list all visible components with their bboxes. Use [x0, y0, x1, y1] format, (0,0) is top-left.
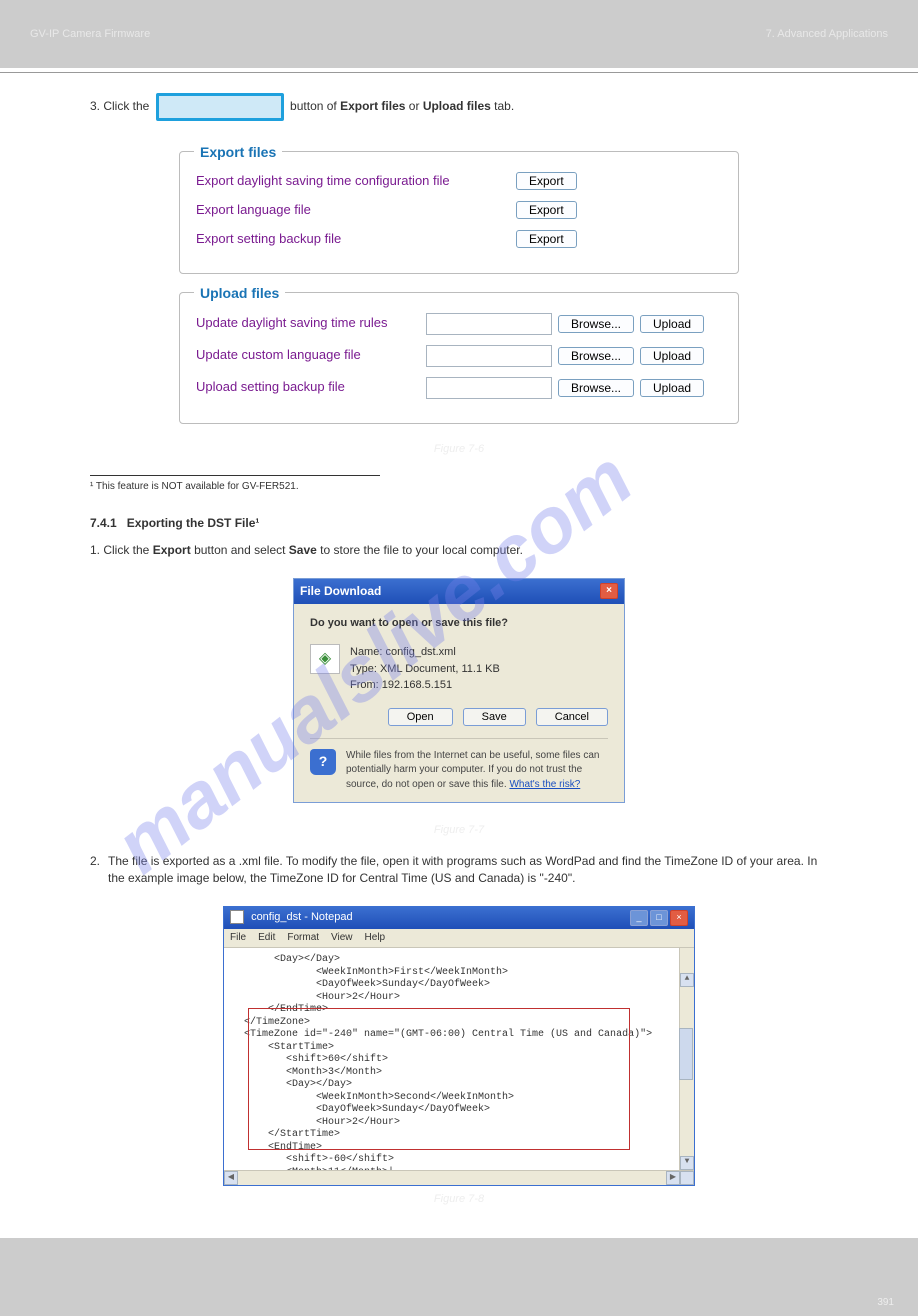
step-2: 2. The file is exported as a .xml file. … — [90, 853, 828, 888]
upload-files-panel: Upload files Update daylight saving time… — [179, 292, 739, 424]
upload-row-lang: Update custom language file Browse... Up… — [196, 345, 722, 367]
file-download-dialog: File Download × Do you want to open or s… — [293, 578, 625, 803]
scroll-down-icon[interactable]: ▼ — [680, 1156, 694, 1170]
page-number: 391 — [877, 1297, 894, 1308]
figure-7-8-label: Figure 7-8 — [90, 1192, 828, 1208]
scroll-corner — [680, 1171, 694, 1185]
scroll-left-icon[interactable]: ◀ — [224, 1171, 238, 1185]
header-left: GV-IP Camera Firmware — [30, 28, 150, 40]
export-legend: Export files — [194, 142, 282, 162]
step-3: 3. Click the button of Export files or U… — [90, 93, 828, 121]
menu-help[interactable]: Help — [365, 931, 386, 946]
scroll-thumb[interactable] — [679, 1028, 693, 1080]
section-7-4-1-heading: 7.4.1 Exporting the DST File¹ — [90, 515, 828, 532]
upload-row-backup: Upload setting backup file Browse... Upl… — [196, 377, 722, 399]
top-banner: GV-IP Camera Firmware 7. Advanced Applic… — [0, 0, 918, 68]
maximize-icon[interactable]: □ — [650, 910, 668, 926]
tools-button-placeholder — [156, 93, 284, 121]
notepad-window: config_dst - Notepad _ □ × File Edit For… — [223, 906, 695, 1187]
horizontal-scrollbar[interactable]: ◀ ▶ — [224, 1170, 694, 1185]
footnote-1: ¹ This feature is NOT available for GV-F… — [90, 480, 828, 495]
notepad-title: config_dst - Notepad — [251, 911, 353, 923]
menu-view[interactable]: View — [331, 931, 353, 946]
dialog-open-button[interactable]: Open — [388, 708, 453, 726]
upload-dst-button[interactable]: Upload — [640, 315, 704, 333]
shield-icon: ? — [310, 749, 336, 775]
upload-backup-path[interactable] — [426, 377, 552, 399]
browse-lang-button[interactable]: Browse... — [558, 347, 634, 365]
upload-row-dst: Update daylight saving time rules Browse… — [196, 313, 722, 335]
export-row-dst: Export daylight saving time configuratio… — [196, 172, 722, 191]
notepad-icon — [230, 910, 244, 924]
export-row-lang: Export language file Export — [196, 201, 722, 220]
upload-dst-path[interactable] — [426, 313, 552, 335]
close-icon[interactable]: × — [670, 910, 688, 926]
export-lang-button[interactable]: Export — [516, 201, 577, 219]
minimize-icon[interactable]: _ — [630, 910, 648, 926]
upload-lang-path[interactable] — [426, 345, 552, 367]
export-dst-button[interactable]: Export — [516, 172, 577, 190]
upload-legend: Upload files — [194, 283, 285, 303]
notepad-menubar: File Edit Format View Help — [224, 929, 694, 949]
header-right: 7. Advanced Applications — [766, 28, 888, 40]
xml-file-icon: ◈ — [310, 644, 340, 674]
dialog-cancel-button[interactable]: Cancel — [536, 708, 608, 726]
export-backup-button[interactable]: Export — [516, 230, 577, 248]
export-files-panel: Export files Export daylight saving time… — [179, 151, 739, 274]
upload-backup-button[interactable]: Upload — [640, 379, 704, 397]
dialog-title: File Download — [300, 583, 381, 600]
menu-format[interactable]: Format — [287, 931, 319, 946]
upload-lang-button[interactable]: Upload — [640, 347, 704, 365]
menu-file[interactable]: File — [230, 931, 246, 946]
whats-the-risk-link[interactable]: What's the risk? — [509, 779, 580, 790]
browse-dst-button[interactable]: Browse... — [558, 315, 634, 333]
step-1: 1. Click the Export button and select Sa… — [90, 542, 828, 559]
bottom-banner: 391 — [0, 1238, 918, 1316]
browse-backup-button[interactable]: Browse... — [558, 379, 634, 397]
dialog-close-icon[interactable]: × — [600, 583, 618, 599]
notepad-text-area[interactable]: <Day></Day> <WeekInMonth>First</WeekInMo… — [224, 948, 694, 1170]
menu-edit[interactable]: Edit — [258, 931, 275, 946]
scroll-right-icon[interactable]: ▶ — [666, 1171, 680, 1185]
scroll-up-icon[interactable]: ▲ — [680, 973, 694, 987]
export-row-backup: Export setting backup file Export — [196, 230, 722, 249]
dialog-save-button[interactable]: Save — [463, 708, 526, 726]
dialog-question: Do you want to open or save this file? — [310, 616, 608, 632]
figure-7-6-label: Figure 7-6 — [179, 442, 739, 458]
figure-7-7-label: Figure 7-7 — [90, 823, 828, 839]
vertical-scrollbar[interactable]: ▲ ▼ — [679, 948, 694, 1170]
